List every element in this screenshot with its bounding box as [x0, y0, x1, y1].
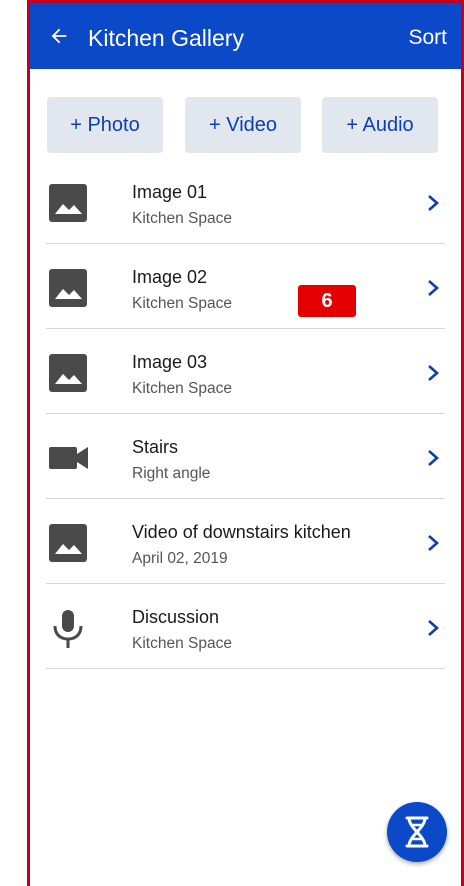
item-title: Discussion — [132, 607, 220, 627]
chevron-right-icon — [428, 365, 439, 381]
media-list: Image 01 Kitchen Space Image 02 Kitchen … — [46, 159, 445, 669]
add-photo-button[interactable]: + Photo — [47, 97, 163, 153]
list-item[interactable]: Video of downstairs kitchen April 02, 20… — [46, 499, 445, 584]
item-title: Image 02 — [132, 267, 208, 287]
list-item[interactable]: Discussion Kitchen Space — [46, 584, 445, 669]
item-subtitle: Kitchen Space — [132, 380, 232, 397]
chevron-right-icon — [428, 620, 439, 636]
microphone-icon — [53, 610, 83, 648]
page-title: Kitchen Gallery — [88, 25, 244, 51]
image-icon — [49, 524, 87, 562]
item-subtitle: April 02, 2019 — [132, 550, 228, 567]
list-item[interactable]: Image 01 Kitchen Space — [46, 159, 445, 244]
image-icon — [49, 184, 87, 222]
step-badge: 6 — [298, 285, 356, 317]
videocam-icon — [49, 447, 88, 469]
item-subtitle: Right angle — [132, 465, 211, 482]
fab-button[interactable] — [387, 802, 447, 862]
image-icon — [49, 269, 87, 307]
add-media-bar: + Photo + Video + Audio — [30, 97, 461, 153]
list-item[interactable]: Stairs Right angle — [46, 414, 445, 499]
chevron-right-icon — [428, 195, 439, 211]
item-title: Video of downstairs kitchen — [132, 522, 351, 542]
list-item[interactable]: Image 03 Kitchen Space — [46, 329, 445, 414]
chevron-right-icon — [428, 535, 439, 551]
chevron-right-icon — [428, 450, 439, 466]
dna-icon — [405, 816, 429, 848]
item-subtitle: Kitchen Space — [132, 210, 232, 227]
sort-button[interactable]: Sort — [408, 25, 447, 51]
add-audio-button[interactable]: + Audio — [322, 97, 438, 153]
item-title: Stairs — [132, 437, 179, 457]
image-icon — [49, 354, 87, 392]
list-item[interactable]: Image 02 Kitchen Space — [46, 244, 445, 329]
app-frame: Kitchen Gallery Sort + Photo + Video + A… — [27, 0, 464, 886]
chevron-right-icon — [428, 280, 439, 296]
item-subtitle: Kitchen Space — [132, 295, 232, 312]
item-title: Image 03 — [132, 352, 208, 372]
back-arrow-icon[interactable] — [48, 25, 70, 47]
add-video-button[interactable]: + Video — [185, 97, 301, 153]
item-subtitle: Kitchen Space — [132, 635, 232, 652]
item-title: Image 01 — [132, 182, 208, 202]
app-bar: Kitchen Gallery Sort — [30, 3, 461, 69]
